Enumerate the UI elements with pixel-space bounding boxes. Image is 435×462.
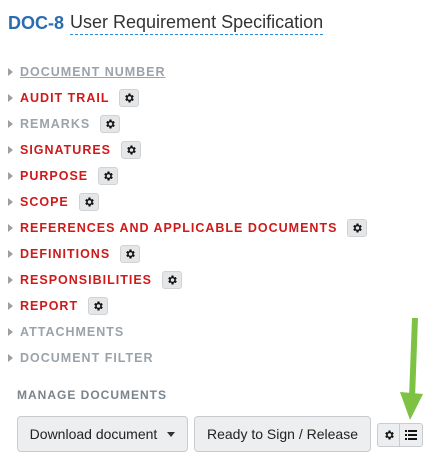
ready-to-sign-release-label: Ready to Sign / Release <box>207 426 358 442</box>
expand-caret-icon[interactable] <box>8 172 13 180</box>
section-label[interactable]: ATTACHMENTS <box>20 325 124 339</box>
document-actions-group <box>377 423 423 447</box>
document-title[interactable]: User Requirement Specification <box>70 12 324 35</box>
section-label[interactable]: SCOPE <box>20 195 69 209</box>
expand-caret-icon[interactable] <box>8 302 13 310</box>
expand-caret-icon[interactable] <box>8 354 13 362</box>
expand-caret-icon[interactable] <box>8 120 13 128</box>
section-settings-button[interactable] <box>78 193 99 211</box>
download-document-label: Download document <box>29 426 158 442</box>
gear-icon <box>384 430 394 440</box>
list-view-button[interactable] <box>400 423 423 447</box>
settings-button[interactable] <box>377 423 400 447</box>
expand-caret-icon[interactable] <box>8 146 13 154</box>
expand-caret-icon[interactable] <box>8 68 13 76</box>
gear-icon <box>124 248 136 260</box>
gear-icon <box>123 92 135 104</box>
section-label[interactable]: REFERENCES AND APPLICABLE DOCUMENTS <box>20 221 337 235</box>
section-settings-button[interactable] <box>120 245 141 263</box>
section-settings-button[interactable] <box>347 219 368 237</box>
gear-icon <box>166 274 178 286</box>
expand-caret-icon[interactable] <box>8 198 13 206</box>
document-id: DOC-8 <box>8 12 65 33</box>
section-label[interactable]: DOCUMENT FILTER <box>20 351 154 365</box>
section-remarks[interactable]: REMARKS <box>8 114 121 134</box>
section-attachments[interactable]: ATTACHMENTS <box>8 322 124 342</box>
expand-caret-icon[interactable] <box>8 250 13 258</box>
section-label[interactable]: RESPONSIBILITIES <box>20 273 152 287</box>
gear-icon <box>104 118 116 130</box>
section-purpose[interactable]: PURPOSE <box>8 166 119 186</box>
section-label[interactable]: DEFINITIONS <box>20 247 110 261</box>
section-settings-button[interactable] <box>100 115 121 133</box>
section-references-and-applicable-documents[interactable]: REFERENCES AND APPLICABLE DOCUMENTS <box>8 218 368 238</box>
section-signatures[interactable]: SIGNATURES <box>8 140 142 160</box>
gear-icon <box>351 222 363 234</box>
section-settings-button[interactable] <box>119 89 140 107</box>
gear-icon <box>125 144 137 156</box>
section-definitions[interactable]: DEFINITIONS <box>8 244 141 264</box>
manage-documents-title: MANAGE DOCUMENTS <box>17 388 167 402</box>
section-report[interactable]: REPORT <box>8 296 109 316</box>
section-settings-button[interactable] <box>98 167 119 185</box>
expand-caret-icon[interactable] <box>8 328 13 336</box>
section-audit-trail[interactable]: AUDIT TRAIL <box>8 88 140 108</box>
gear-icon <box>92 300 104 312</box>
chevron-down-icon <box>167 431 176 437</box>
section-responsibilities[interactable]: RESPONSIBILITIES <box>8 270 182 290</box>
section-label[interactable]: DOCUMENT NUMBER <box>20 65 166 79</box>
expand-caret-icon[interactable] <box>8 224 13 232</box>
gear-icon <box>83 196 95 208</box>
section-document-filter[interactable]: DOCUMENT FILTER <box>8 348 154 368</box>
expand-caret-icon[interactable] <box>8 94 13 102</box>
expand-caret-icon[interactable] <box>8 276 13 284</box>
section-label[interactable]: PURPOSE <box>20 169 88 183</box>
download-document-button[interactable]: Download document <box>17 416 188 452</box>
gear-icon <box>102 170 114 182</box>
section-settings-button[interactable] <box>88 297 109 315</box>
section-settings-button[interactable] <box>162 271 182 289</box>
section-scope[interactable]: SCOPE <box>8 192 99 212</box>
document-header: DOC-8 User Requirement Specification <box>8 8 324 38</box>
section-label[interactable]: REMARKS <box>20 117 90 131</box>
list-icon <box>405 430 417 440</box>
section-label[interactable]: REPORT <box>20 299 78 313</box>
section-settings-button[interactable] <box>121 141 142 159</box>
section-label[interactable]: SIGNATURES <box>20 143 111 157</box>
section-document-number[interactable]: DOCUMENT NUMBER <box>8 62 166 82</box>
green-arrow-annotation <box>400 318 423 420</box>
section-label[interactable]: AUDIT TRAIL <box>20 91 109 105</box>
ready-to-sign-release-button[interactable]: Ready to Sign / Release <box>194 416 371 452</box>
